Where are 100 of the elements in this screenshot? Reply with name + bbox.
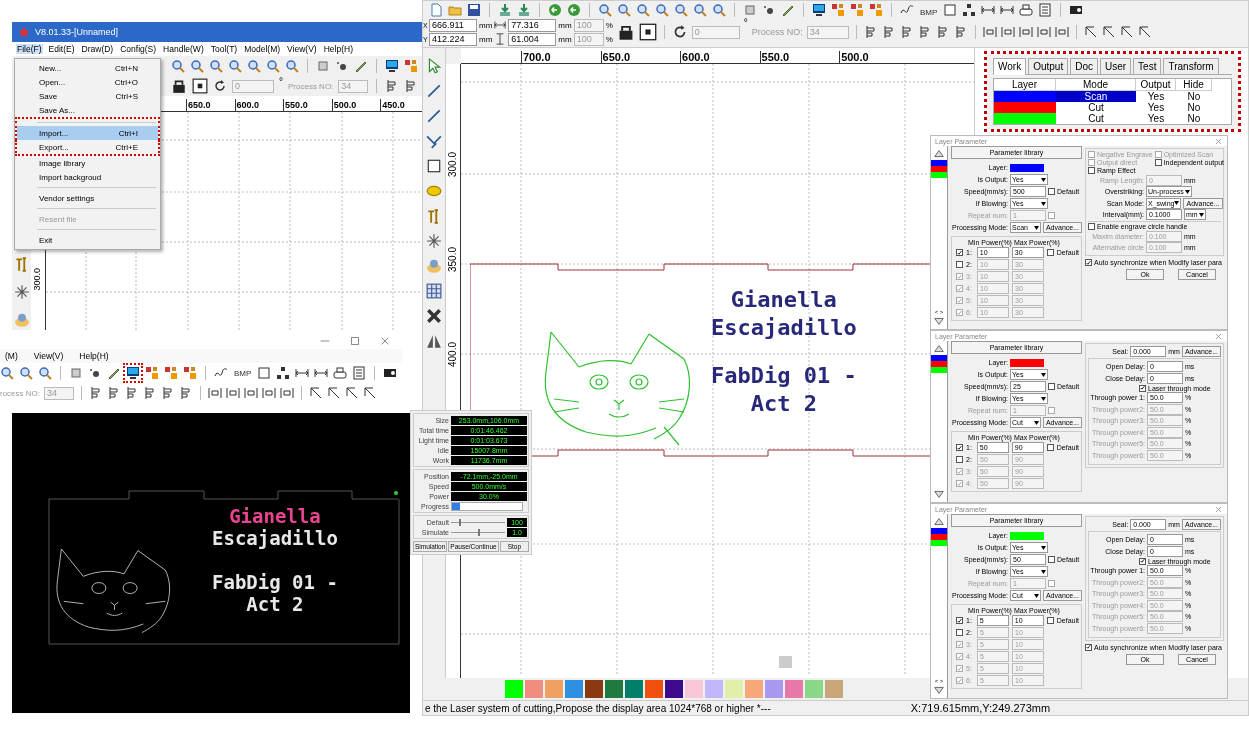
align-icon[interactable] bbox=[935, 25, 950, 39]
printer-icon[interactable] bbox=[333, 366, 348, 380]
color-swatch[interactable] bbox=[745, 680, 763, 698]
design-text[interactable]: Escajadillo bbox=[711, 314, 857, 342]
checkbox[interactable] bbox=[1048, 556, 1055, 564]
corner-arrow-icon[interactable] bbox=[327, 386, 341, 400]
frame-icon[interactable] bbox=[638, 23, 657, 41]
panel-icon[interactable] bbox=[1038, 3, 1053, 17]
magnifier-icon[interactable] bbox=[655, 3, 669, 17]
menu-item[interactable]: Export... Ctrl+E bbox=[17, 140, 158, 154]
color-swatch[interactable] bbox=[665, 680, 683, 698]
layer-swatch[interactable] bbox=[931, 172, 947, 178]
color-swatch[interactable] bbox=[525, 680, 543, 698]
printer-icon[interactable] bbox=[1019, 3, 1034, 17]
rotate-icon[interactable] bbox=[213, 79, 227, 93]
pen-icon[interactable] bbox=[781, 3, 795, 17]
tab[interactable]: User bbox=[1100, 58, 1132, 74]
checkbox[interactable] bbox=[956, 617, 963, 624]
layer-swatch[interactable] bbox=[994, 91, 1056, 102]
distribute-icon[interactable] bbox=[1000, 25, 1015, 39]
size-field[interactable]: 61.004 bbox=[508, 32, 557, 46]
layer-swatch[interactable] bbox=[994, 102, 1056, 113]
distribute-icon[interactable] bbox=[262, 386, 276, 400]
menu-item[interactable]: Draw(D) bbox=[80, 44, 115, 54]
checkbox[interactable] bbox=[1046, 617, 1054, 624]
menu-item[interactable]: File(F) bbox=[16, 44, 43, 54]
align-icon[interactable] bbox=[89, 386, 103, 400]
down-arrow-icon[interactable] bbox=[933, 315, 945, 327]
line-icon[interactable] bbox=[426, 108, 442, 124]
checkbox[interactable] bbox=[1085, 643, 1092, 651]
magnifier-icon[interactable] bbox=[247, 59, 261, 73]
table-cell[interactable]: Scan bbox=[1056, 91, 1136, 102]
menu-item[interactable]: Vendor settings bbox=[17, 191, 158, 205]
color-swatch[interactable] bbox=[685, 680, 703, 698]
align-icon[interactable] bbox=[881, 25, 896, 39]
color-swatch[interactable] bbox=[625, 680, 643, 698]
corner-arrow-icon[interactable] bbox=[1083, 25, 1098, 39]
close-icon[interactable] bbox=[379, 335, 391, 347]
table-cell[interactable]: Cut bbox=[1056, 102, 1136, 113]
align-icon[interactable] bbox=[107, 386, 121, 400]
tray-arrow-icon[interactable] bbox=[498, 3, 512, 17]
menu-item[interactable]: Tool(T) bbox=[209, 44, 239, 54]
corner-arrow-icon[interactable] bbox=[1101, 25, 1116, 39]
width-icon[interactable] bbox=[981, 3, 996, 17]
menu-item[interactable]: Import backgroud bbox=[17, 170, 158, 184]
magnifier-icon[interactable] bbox=[636, 3, 650, 17]
color-swatch[interactable] bbox=[825, 680, 843, 698]
lock-icon[interactable] bbox=[171, 78, 187, 94]
menu-item[interactable]: (M) bbox=[4, 351, 19, 361]
checkbox[interactable] bbox=[1085, 259, 1092, 266]
corner-arrow-icon[interactable] bbox=[1137, 25, 1152, 39]
color-swatch[interactable] bbox=[585, 680, 603, 698]
triangles-icon[interactable] bbox=[426, 333, 442, 349]
magnifier-icon[interactable] bbox=[38, 366, 52, 380]
design-text[interactable]: Act 2 bbox=[750, 390, 817, 418]
tab[interactable]: Test bbox=[1133, 58, 1162, 74]
checkbox[interactable] bbox=[956, 629, 963, 636]
align-icon[interactable] bbox=[863, 25, 878, 39]
align-icon[interactable] bbox=[899, 25, 914, 39]
align-icon[interactable] bbox=[161, 386, 175, 400]
menu-item[interactable]: Edit(E) bbox=[47, 44, 76, 54]
square-icon[interactable] bbox=[69, 366, 83, 380]
width-icon[interactable] bbox=[314, 366, 329, 380]
menu-item[interactable]: New... Ctrl+N bbox=[17, 61, 158, 75]
color-swatch[interactable] bbox=[565, 680, 583, 698]
design-text[interactable]: FabDig 01 - bbox=[711, 362, 857, 390]
polyline-icon[interactable] bbox=[426, 133, 442, 149]
ellipse-icon[interactable] bbox=[426, 183, 442, 199]
magnifier-icon[interactable] bbox=[171, 59, 185, 73]
distribute-icon[interactable] bbox=[226, 386, 240, 400]
square-icon[interactable] bbox=[743, 3, 757, 17]
menu-item[interactable]: Image library bbox=[17, 156, 158, 170]
squares-icon[interactable] bbox=[183, 366, 197, 380]
frame-icon[interactable] bbox=[192, 78, 208, 94]
squares-icon[interactable] bbox=[850, 3, 864, 17]
menu-item[interactable]: Import... Ctrl+I bbox=[17, 126, 158, 140]
width-icon[interactable] bbox=[295, 366, 310, 380]
monitor-icon[interactable] bbox=[385, 59, 399, 73]
tree-icon[interactable] bbox=[962, 3, 977, 17]
line-icon[interactable] bbox=[426, 83, 442, 99]
magnifier-icon[interactable] bbox=[209, 59, 223, 73]
align-icon[interactable] bbox=[125, 386, 139, 400]
menu-item[interactable]: View(V) bbox=[32, 351, 65, 361]
table-cell[interactable]: Cut bbox=[1056, 113, 1136, 124]
checkbox[interactable] bbox=[1139, 384, 1146, 392]
checkbox[interactable] bbox=[1046, 444, 1054, 451]
magnifier-icon[interactable] bbox=[674, 3, 688, 17]
magnifier-icon[interactable] bbox=[0, 366, 14, 380]
color-swatch[interactable] bbox=[545, 680, 563, 698]
monitor-icon[interactable] bbox=[812, 3, 826, 17]
layer-swatch[interactable] bbox=[931, 534, 947, 540]
layer-swatch[interactable] bbox=[931, 160, 947, 166]
tab[interactable]: Output bbox=[1028, 58, 1069, 74]
squares-icon[interactable] bbox=[869, 3, 883, 17]
up-arrow-icon[interactable] bbox=[933, 516, 945, 528]
magnifier-icon[interactable] bbox=[285, 59, 299, 73]
machine-icon[interactable] bbox=[383, 366, 398, 380]
checkbox[interactable] bbox=[1088, 167, 1095, 174]
magnifier-icon[interactable] bbox=[19, 366, 33, 380]
checkbox[interactable] bbox=[1139, 557, 1146, 565]
